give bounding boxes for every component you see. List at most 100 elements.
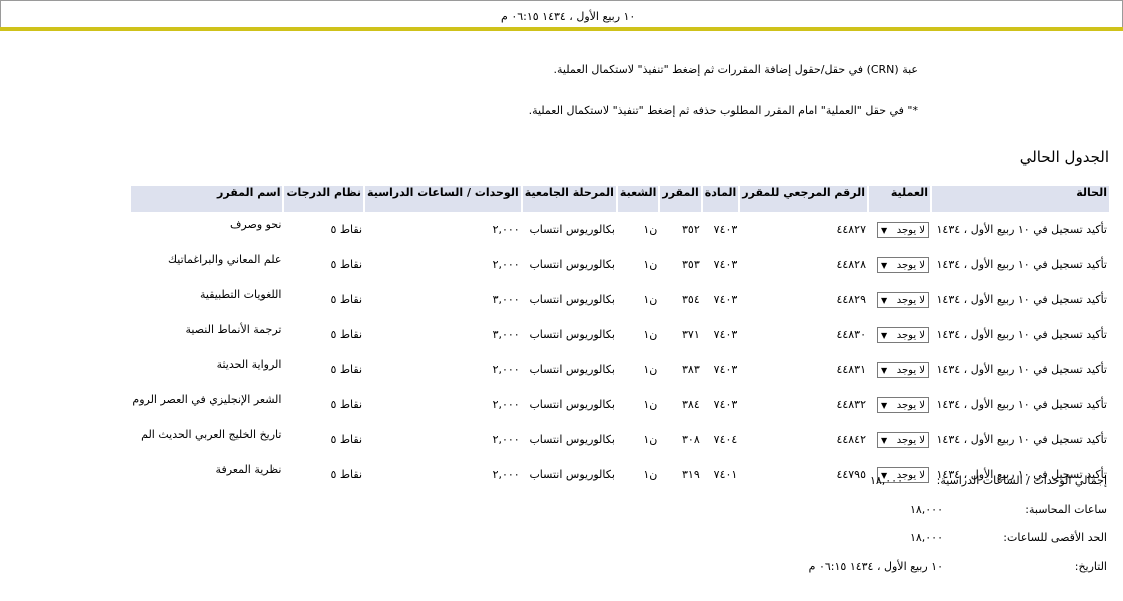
row-action: لا يوجد ▼ (868, 247, 931, 282)
row-course: ٣١٩ (682, 468, 700, 481)
row-course-title: الرواية الحديثة (216, 358, 282, 371)
max-hours-label: الحد الأقصى للساعات: (1003, 531, 1107, 544)
page-title: الجدول الحالي (1019, 148, 1109, 166)
row-level: بكالوريوس انتساب (529, 258, 615, 271)
instruction-drop: *" في حقل "العملية" امام المقرر المطلوب … (528, 104, 918, 117)
action-select[interactable]: لا يوجد ▼ (877, 396, 929, 413)
action-select[interactable]: لا يوجد ▼ (877, 221, 929, 238)
chevron-down-icon: ▼ (881, 225, 888, 235)
row-level: بكالوريوس انتساب (529, 398, 615, 411)
action-select[interactable]: لا يوجد ▼ (877, 256, 929, 273)
row-subject: ٧٤٠٣ (713, 293, 738, 306)
row-credits: ٢,٠٠٠ (492, 363, 520, 376)
row-section: ن١ (643, 398, 658, 411)
row-course-title: نظرية المعرفة (215, 463, 282, 476)
row-level: بكالوريوس انتساب (529, 433, 615, 446)
row-action: لا يوجد ▼ (868, 282, 931, 317)
row-credits: ٢,٠٠٠ (492, 223, 520, 236)
col-action: العملية (867, 186, 931, 212)
row-section: ن١ (643, 293, 658, 306)
header-rule (0, 27, 1123, 31)
row-status: تأكيد تسجيل في ١٠ ربيع الأول ، ١٤٣٤ (936, 433, 1107, 446)
row-grade-mode: نقاط ٥ (330, 258, 363, 271)
row-action: لا يوجد ▼ (868, 212, 931, 247)
row-action: لا يوجد ▼ (868, 352, 931, 387)
date-label: التاريخ: (1074, 560, 1107, 573)
row-course-title: ترجمة الأنماط النصية (185, 323, 282, 336)
col-level: المرحلة الجامعية (520, 186, 617, 212)
chevron-down-icon: ▼ (881, 435, 888, 445)
row-subject: ٧٤٠٣ (713, 328, 738, 341)
col-grade-mode: نظام الدرجات (282, 186, 365, 212)
row-course-title: نحو وصرف (230, 218, 282, 231)
action-select[interactable]: لا يوجد ▼ (877, 361, 929, 378)
chevron-down-icon: ▼ (881, 365, 888, 375)
row-section: ن١ (643, 363, 658, 376)
action-select-value: لا يوجد (896, 294, 925, 306)
row-crn: ٤٤٨٣١ (836, 363, 866, 376)
max-hours-value: ١٨,٠٠٠ (909, 531, 943, 544)
row-status: تأكيد تسجيل في ١٠ ربيع الأول ، ١٤٣٤ (936, 223, 1107, 236)
col-course-title: اسم المقرر (129, 186, 284, 212)
row-course: ٣٠٨ (682, 433, 700, 446)
table-row: تأكيد تسجيل في ١٠ ربيع الأول ، ١٤٣٤ لا يو… (130, 352, 1109, 387)
row-grade-mode: نقاط ٥ (330, 468, 363, 481)
table-row: تأكيد تسجيل في ١٠ ربيع الأول ، ١٤٣٤ لا يو… (130, 247, 1109, 282)
row-course-title: تاريخ الخليج العربي الحديث الم (141, 428, 282, 441)
row-level: بكالوريوس انتساب (529, 293, 615, 306)
row-section: ن١ (643, 328, 658, 341)
chevron-down-icon: ▼ (881, 260, 888, 270)
row-action: لا يوجد ▼ (868, 317, 931, 352)
row-crn: ٤٤٨٣٢ (836, 398, 866, 411)
row-credits: ٣,٠٠٠ (492, 293, 520, 306)
row-course-title: الشعر الإنجليزي في العصر الروم (132, 393, 282, 406)
action-select-value: لا يوجد (896, 224, 925, 236)
row-grade-mode: نقاط ٥ (330, 433, 363, 446)
top-bar: ١٠ ربيع الأول ، ١٤٣٤ ٠٦:١٥ م (0, 0, 1123, 27)
schedule-table: الحالة العملية الرقم المرجعي للمقرر الما… (129, 186, 1109, 492)
row-section: ن١ (643, 258, 658, 271)
row-action: لا يوجد ▼ (868, 387, 931, 422)
col-course: المقرر (658, 186, 702, 212)
action-select[interactable]: لا يوجد ▼ (877, 431, 929, 448)
action-select[interactable]: لا يوجد ▼ (877, 291, 929, 308)
row-grade-mode: نقاط ٥ (330, 293, 363, 306)
chevron-down-icon: ▼ (881, 330, 888, 340)
row-credits: ٢,٠٠٠ (492, 468, 520, 481)
row-grade-mode: نقاط ٥ (330, 328, 363, 341)
row-course: ٣٧١ (682, 328, 700, 341)
row-course: ٣٨٤ (682, 398, 700, 411)
row-subject: ٧٤٠٣ (713, 363, 738, 376)
action-select-value: لا يوجد (896, 434, 925, 446)
row-course-title: علم المعاني والبراغماتيك (168, 253, 282, 266)
row-subject: ٧٤٠٣ (713, 258, 738, 271)
row-status: تأكيد تسجيل في ١٠ ربيع الأول ، ١٤٣٤ (936, 328, 1107, 341)
row-credits: ٢,٠٠٠ (492, 258, 520, 271)
row-status: تأكيد تسجيل في ١٠ ربيع الأول ، ١٤٣٤ (936, 398, 1107, 411)
total-credits-value: ١٨,٠٠٠ (869, 474, 903, 487)
row-level: بكالوريوس انتساب (529, 328, 615, 341)
row-grade-mode: نقاط ٥ (330, 398, 363, 411)
total-credits-label: إجمالي الوحدات / الساعات الدراسية: (936, 474, 1107, 487)
table-row: تأكيد تسجيل في ١٠ ربيع الأول ، ١٤٣٤ لا يو… (130, 422, 1109, 457)
col-section: الشعبة (615, 186, 660, 212)
col-status: الحالة (930, 186, 1109, 212)
row-crn: ٤٤٧٩٥ (836, 468, 866, 481)
row-course: ٣٥٢ (682, 223, 700, 236)
row-section: ن١ (643, 468, 658, 481)
row-crn: ٤٤٨٢٧ (836, 223, 866, 236)
action-select-value: لا يوجد (896, 259, 925, 271)
row-level: بكالوريوس انتساب (529, 223, 615, 236)
instruction-add: عبة (CRN) في حقل/حقول إضافة المقررات ثم … (553, 63, 919, 76)
row-course: ٣٨٣ (682, 363, 700, 376)
row-status: تأكيد تسجيل في ١٠ ربيع الأول ، ١٤٣٤ (936, 293, 1107, 306)
row-credits: ٣,٠٠٠ (492, 328, 520, 341)
row-section: ن١ (643, 433, 658, 446)
row-action: لا يوجد ▼ (868, 422, 931, 457)
action-select-value: لا يوجد (896, 364, 925, 376)
row-course: ٣٥٤ (682, 293, 700, 306)
row-crn: ٤٤٨٤٢ (836, 433, 866, 446)
action-select[interactable]: لا يوجد ▼ (877, 326, 929, 343)
chevron-down-icon: ▼ (881, 295, 888, 305)
row-credits: ٢,٠٠٠ (492, 398, 520, 411)
